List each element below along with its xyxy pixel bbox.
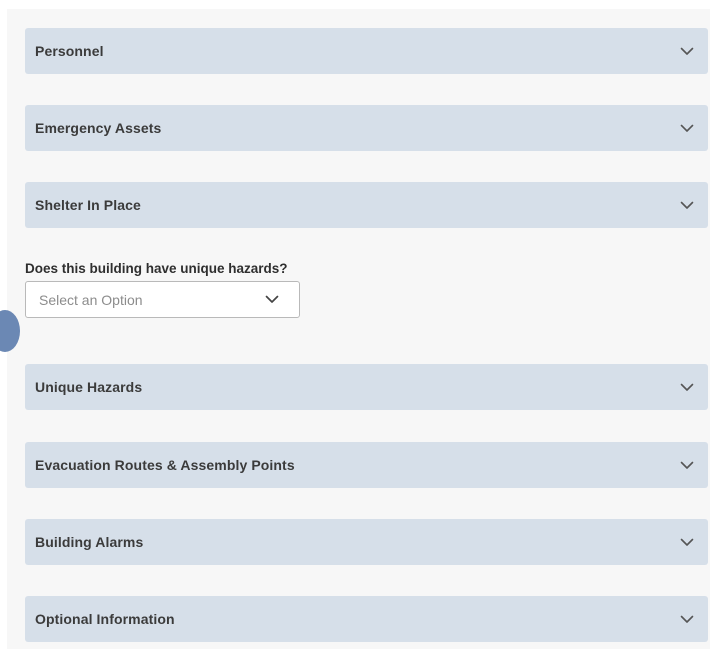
chevron-down-icon xyxy=(678,456,696,474)
accordion-title: Evacuation Routes & Assembly Points xyxy=(35,457,295,473)
accordion-building-alarms[interactable]: Building Alarms xyxy=(25,519,708,565)
select-placeholder: Select an Option xyxy=(39,291,143,308)
unique-hazards-question-label: Does this building have unique hazards? xyxy=(25,261,288,276)
accordion-emergency-assets[interactable]: Emergency Assets xyxy=(25,105,708,151)
accordion-shelter-in-place[interactable]: Shelter In Place xyxy=(25,182,708,228)
accordion-personnel[interactable]: Personnel xyxy=(25,28,708,74)
accordion-unique-hazards[interactable]: Unique Hazards xyxy=(25,364,708,410)
unique-hazards-select[interactable]: Select an Option xyxy=(25,281,300,318)
chevron-down-icon xyxy=(263,291,281,309)
accordion-optional-information[interactable]: Optional Information xyxy=(25,596,708,642)
accordion-title: Unique Hazards xyxy=(35,379,143,395)
chevron-down-icon xyxy=(678,610,696,628)
accordion-evacuation-routes[interactable]: Evacuation Routes & Assembly Points xyxy=(25,442,708,488)
accordion-title: Building Alarms xyxy=(35,534,144,550)
accordion-title: Personnel xyxy=(35,43,104,59)
accordion-title: Shelter In Place xyxy=(35,197,141,213)
chevron-down-icon xyxy=(678,533,696,551)
chevron-down-icon xyxy=(678,42,696,60)
accordion-title: Optional Information xyxy=(35,611,175,627)
chevron-down-icon xyxy=(678,196,696,214)
chevron-down-icon xyxy=(678,119,696,137)
chevron-down-icon xyxy=(678,378,696,396)
accordion-title: Emergency Assets xyxy=(35,120,162,136)
